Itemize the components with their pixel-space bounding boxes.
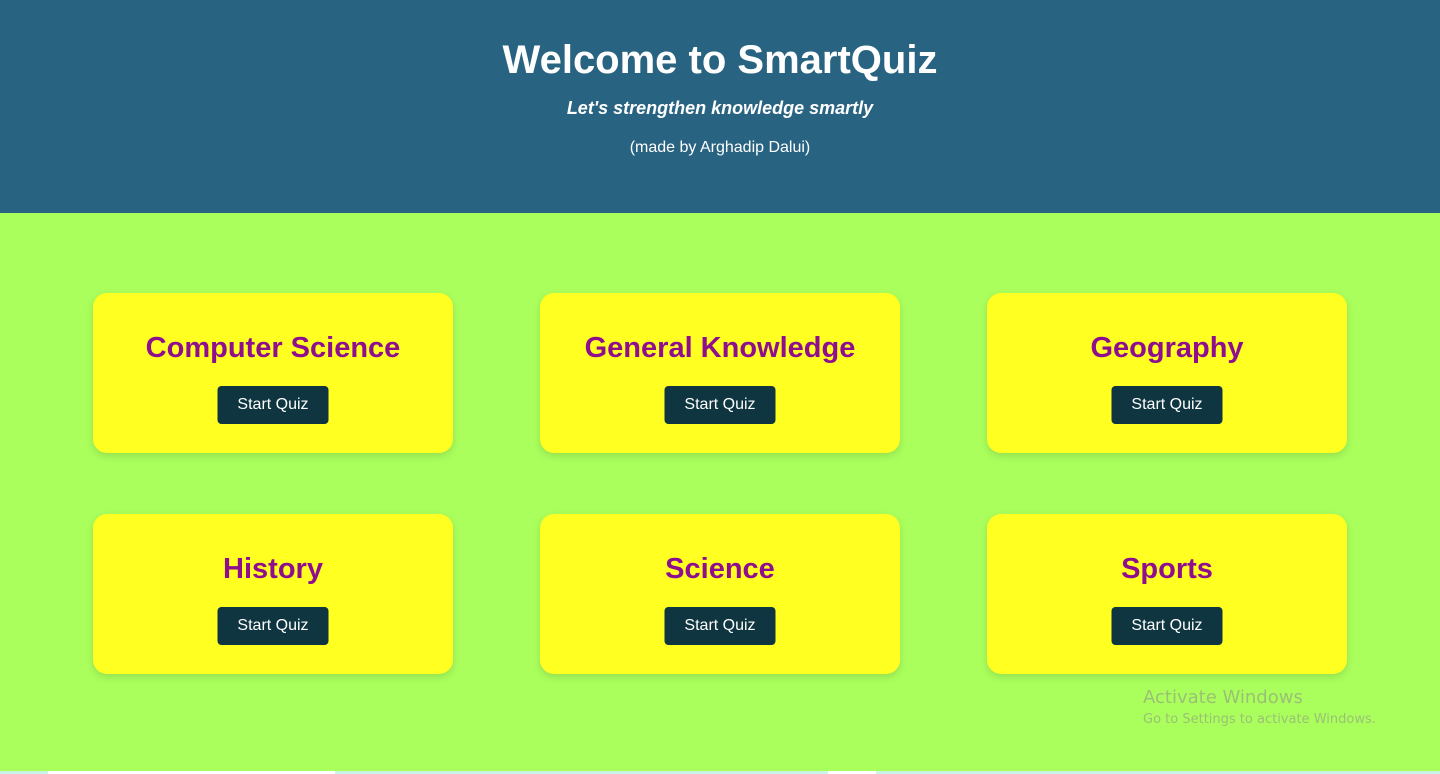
author-credit: (made by Arghadip Dalui) xyxy=(629,139,811,156)
card-title: Sports xyxy=(1121,553,1213,585)
start-quiz-button[interactable]: Start Quiz xyxy=(217,386,329,424)
card-title: History xyxy=(223,553,323,585)
start-quiz-button[interactable]: Start Quiz xyxy=(1111,386,1223,424)
quiz-card-sports: Sports Start Quiz xyxy=(987,514,1347,674)
quiz-card-geography: Geography Start Quiz xyxy=(987,293,1347,453)
start-quiz-button[interactable]: Start Quiz xyxy=(1111,607,1223,645)
start-quiz-button[interactable]: Start Quiz xyxy=(217,607,329,645)
quiz-card-history: History Start Quiz xyxy=(93,514,453,674)
tagline: Let's strengthen knowledge smartly xyxy=(566,98,874,118)
quiz-card-general-knowledge: General Knowledge Start Quiz xyxy=(540,293,900,453)
quiz-card-science: Science Start Quiz xyxy=(540,514,900,674)
card-title: Science xyxy=(665,553,775,585)
activate-windows-watermark: Activate Windows Go to Settings to activ… xyxy=(1143,687,1376,730)
page-header: Welcome to SmartQuiz Let's strengthen kn… xyxy=(0,0,1440,213)
start-quiz-button[interactable]: Start Quiz xyxy=(664,386,776,424)
page-title: Welcome to SmartQuiz xyxy=(502,38,938,82)
card-title: Computer Science xyxy=(145,332,401,364)
card-title: General Knowledge xyxy=(584,332,856,364)
start-quiz-button[interactable]: Start Quiz xyxy=(664,607,776,645)
watermark-title: Activate Windows xyxy=(1143,687,1303,708)
card-title: Geography xyxy=(1090,332,1244,364)
watermark-subtitle: Go to Settings to activate Windows. xyxy=(1143,712,1376,727)
quiz-card-computer-science: Computer Science Start Quiz xyxy=(93,293,453,453)
